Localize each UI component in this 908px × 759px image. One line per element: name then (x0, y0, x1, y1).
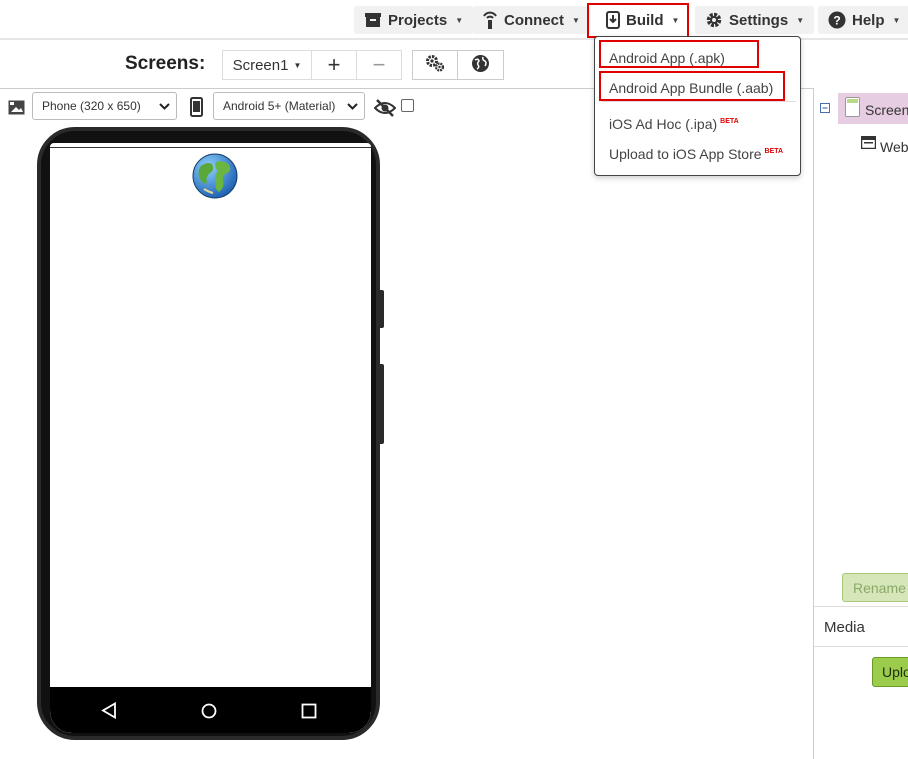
projects-menu-label: Projects (388, 11, 448, 29)
eye-slash-icon (373, 99, 397, 122)
nav-home-icon[interactable] (201, 703, 217, 724)
phone-device-icon (190, 97, 203, 122)
remove-screen-button[interactable]: − (356, 50, 402, 80)
collapse-tree-icon[interactable] (820, 100, 830, 118)
caret-down-icon: ▼ (293, 60, 302, 70)
theme-select[interactable]: Android 5+ (Material) (213, 92, 365, 120)
screen-component-icon (845, 97, 860, 122)
language-button[interactable] (457, 50, 504, 80)
connect-menu[interactable]: Connect ▼ (472, 6, 590, 34)
phone-volume-button (380, 290, 384, 328)
folder-icon (364, 12, 382, 28)
beta-badge: BETA (764, 148, 784, 155)
tree-item-screen-label: Screen (865, 102, 908, 118)
beta-badge: BETA (720, 118, 739, 125)
settings-menu-label: Settings (729, 11, 789, 29)
media-divider-bottom (814, 646, 908, 647)
apk-highlight-box (599, 40, 759, 68)
build-ios-adhoc-label: iOS Ad Hoc (.ipa) (609, 116, 718, 132)
build-ios-appstore-item[interactable]: Upload to iOS App Store BETA (609, 146, 783, 162)
project-properties-button[interactable] (412, 50, 458, 80)
connect-menu-label: Connect (504, 11, 564, 29)
gears-icon (424, 53, 446, 77)
caret-down-icon: ▼ (572, 15, 580, 25)
phone-size-select[interactable]: Phone (320 x 650) (32, 92, 177, 120)
build-ios-appstore-label: Upload to iOS App Store (609, 146, 762, 162)
media-section-label: Media (824, 619, 865, 636)
phone-preview (37, 127, 380, 740)
help-menu[interactable]: ? Help ▼ (818, 6, 908, 34)
screen-select-value: Screen1 (232, 56, 289, 74)
display-hidden-checkbox[interactable] (401, 99, 414, 112)
help-icon: ? (828, 11, 846, 29)
caret-down-icon: ▼ (455, 15, 464, 25)
android-nav-bar (50, 687, 371, 733)
tree-item-webviewer-label[interactable]: Web (880, 139, 908, 155)
gear-icon (705, 11, 723, 29)
preview-size-icon (8, 100, 25, 120)
phone-size-select-value: Phone (320 x 650) (42, 99, 141, 113)
add-screen-button[interactable]: + (311, 50, 357, 80)
settings-menu[interactable]: Settings ▼ (695, 6, 815, 34)
help-menu-label: Help (852, 11, 885, 29)
webviewer-component-icon (860, 135, 877, 154)
caret-down-icon: ▼ (892, 15, 901, 25)
phone-screen[interactable] (50, 143, 371, 733)
media-divider-top (814, 606, 908, 607)
build-menu-highlight (587, 3, 689, 38)
top-menu-bar: Projects ▼ Connect ▼ Build ▼ Settings ▼ … (0, 0, 908, 40)
svg-text:?: ? (833, 14, 840, 28)
globe-image-icon (192, 153, 238, 204)
dropdown-divider (601, 101, 796, 102)
screens-label: Screens: (125, 53, 206, 74)
screen-select[interactable]: Screen1 ▼ (222, 50, 312, 80)
upload-file-button[interactable]: Upload (872, 657, 908, 687)
globe-icon (471, 54, 490, 77)
rename-button[interactable]: Rename (842, 573, 908, 602)
aab-highlight-box (599, 71, 785, 101)
signal-icon (482, 10, 498, 30)
phone-power-button (380, 364, 384, 444)
nav-overview-icon[interactable] (301, 703, 317, 724)
chevron-down-icon (159, 100, 170, 115)
chevron-down-icon (347, 100, 358, 115)
caret-down-icon: ▼ (796, 15, 805, 25)
theme-select-value: Android 5+ (Material) (223, 99, 336, 113)
build-ios-adhoc-item[interactable]: iOS Ad Hoc (.ipa) BETA (609, 116, 739, 132)
projects-menu[interactable]: Projects ▼ (354, 6, 474, 34)
status-bar-line (50, 147, 371, 148)
nav-back-icon[interactable] (101, 701, 117, 724)
tree-item-screen[interactable]: Screen (838, 93, 908, 124)
